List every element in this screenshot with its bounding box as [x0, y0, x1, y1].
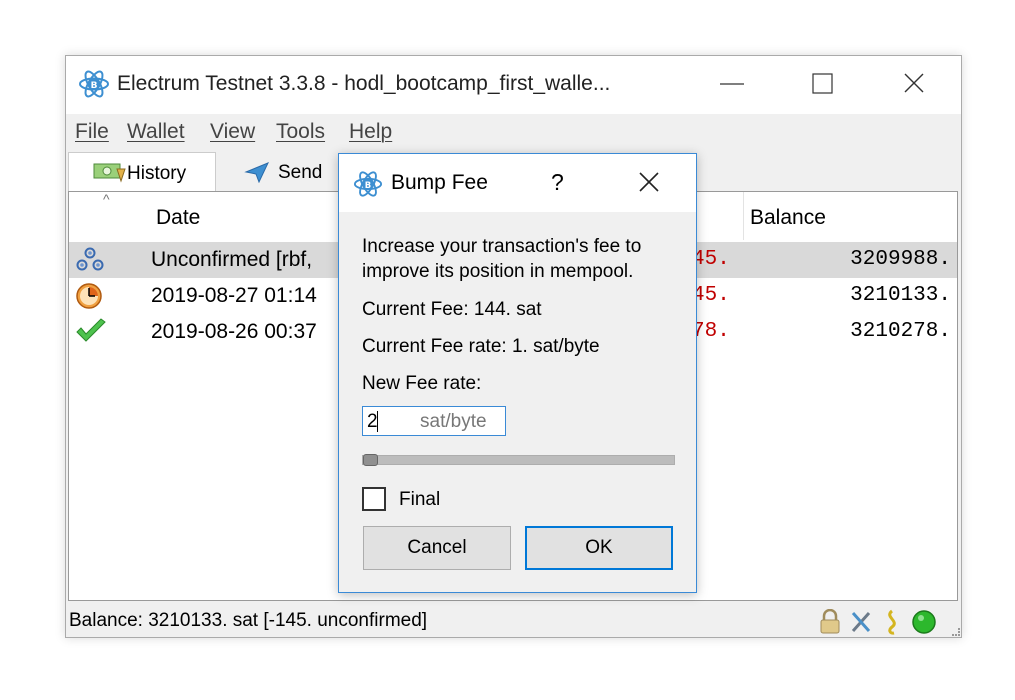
dialog-close-button[interactable] [634, 167, 664, 202]
dialog-description-line1: Increase your transaction's fee to [362, 236, 642, 257]
electrum-logo-icon: B [353, 169, 383, 204]
resize-grip[interactable] [952, 628, 960, 636]
history-icon [93, 161, 127, 188]
row-balance: 3210278. [850, 320, 951, 343]
final-checkbox-label[interactable]: Final [399, 489, 440, 511]
title-bar[interactable]: B Electrum Testnet 3.3.8 - hodl_bootcamp… [66, 56, 961, 114]
row-balance: 3210133. [850, 284, 951, 307]
menu-view[interactable]: View [210, 120, 255, 144]
seed-icon[interactable] [880, 609, 904, 640]
menu-help[interactable]: Help [349, 120, 392, 144]
tab-send-label: Send [278, 162, 323, 183]
new-fee-rate-label: New Fee rate: [362, 373, 482, 394]
fee-rate-input[interactable]: 2 sat/byte [362, 406, 506, 436]
bump-fee-dialog: B Bump Fee ? Increase your transaction's… [338, 153, 697, 593]
close-button[interactable] [894, 69, 934, 99]
fee-rate-unit: sat/byte [420, 411, 487, 432]
electrum-logo-icon: B [78, 68, 110, 105]
menu-file[interactable]: File [75, 120, 109, 144]
column-header-balance[interactable]: Balance [750, 206, 826, 230]
row-date: Unconfirmed [rbf, [151, 248, 313, 271]
send-icon [244, 161, 270, 188]
minimize-button[interactable] [712, 69, 752, 99]
checkmark-icon [75, 318, 107, 351]
lock-icon[interactable] [818, 608, 842, 640]
row-date: 2019-08-27 01:14 [151, 284, 317, 307]
help-button[interactable]: ? [551, 169, 564, 196]
status-balance-text: Balance: 3210133. sat [-145. unconfirmed… [69, 610, 428, 631]
maximize-button[interactable] [803, 69, 843, 99]
tools-icon[interactable] [849, 609, 873, 640]
clock-icon [75, 282, 105, 315]
fee-rate-value: 2 [367, 411, 378, 432]
column-header-date[interactable]: Date [156, 206, 200, 230]
row-amount: 78. [692, 320, 730, 343]
row-balance: 3209988. [850, 248, 951, 271]
sort-indicator[interactable]: ^ [103, 191, 110, 207]
text-cursor [377, 411, 378, 432]
unconfirmed-gears-icon [75, 246, 105, 279]
row-date: 2019-08-26 00:37 [151, 320, 317, 343]
current-fee-rate-text: Current Fee rate: 1. sat/byte [362, 336, 600, 357]
fee-slider-handle[interactable] [363, 454, 378, 466]
dialog-title: Bump Fee [391, 171, 488, 194]
network-status-icon[interactable] [911, 609, 937, 640]
cancel-button[interactable]: Cancel [363, 526, 511, 570]
dialog-title-bar[interactable]: B Bump Fee ? [339, 154, 696, 212]
status-bar: Balance: 3210133. sat [-145. unconfirmed… [66, 604, 961, 638]
window-title: Electrum Testnet 3.3.8 - hodl_bootcamp_f… [117, 72, 611, 95]
menu-tools[interactable]: Tools [276, 120, 325, 144]
ok-button[interactable]: OK [525, 526, 673, 570]
menu-wallet[interactable]: Wallet [127, 120, 185, 144]
tab-history-label: History [127, 163, 187, 184]
column-divider [743, 192, 744, 240]
final-checkbox[interactable] [362, 487, 386, 511]
svg-text:B: B [91, 81, 98, 91]
svg-text:B: B [365, 180, 371, 190]
row-amount: 45. [692, 248, 730, 271]
menu-bar: File Wallet View Tools Help [66, 118, 961, 150]
fee-slider[interactable] [362, 454, 675, 466]
tab-history[interactable]: History [68, 152, 216, 192]
dialog-description-line2: improve its position in mempool. [362, 261, 634, 282]
current-fee-text: Current Fee: 144. sat [362, 299, 542, 320]
row-amount: 45. [692, 284, 730, 307]
